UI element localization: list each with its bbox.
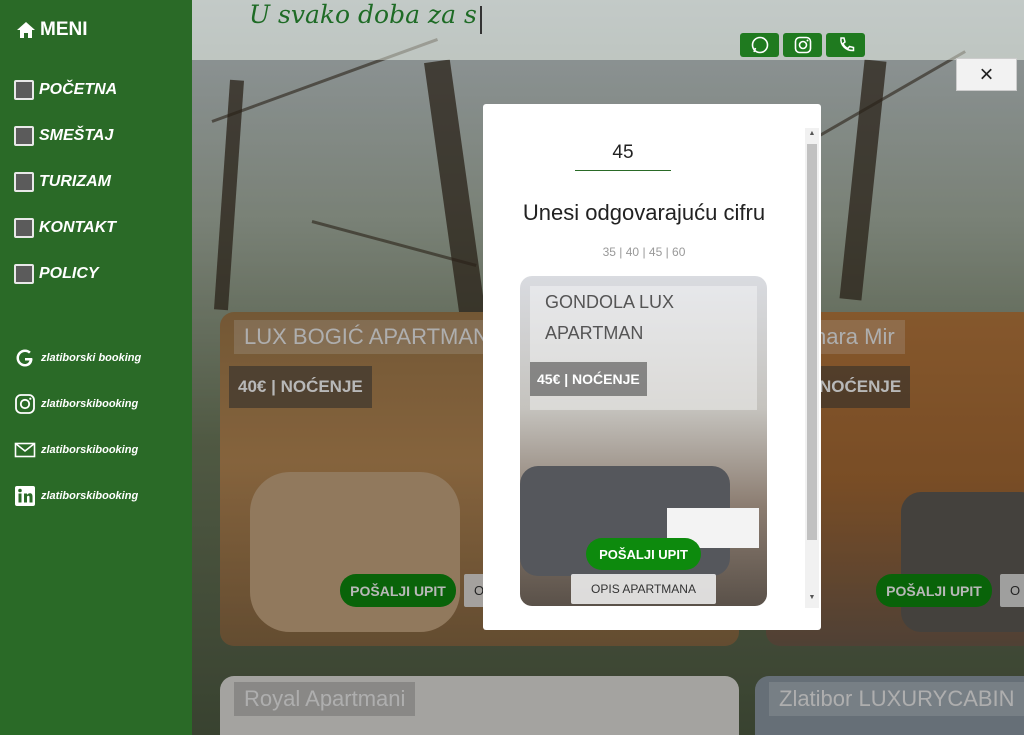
mail-icon bbox=[14, 439, 36, 461]
nav-item-turizam[interactable]: TURIZAM bbox=[14, 172, 111, 192]
description-button[interactable]: OPIS APARTMANA bbox=[571, 574, 716, 604]
close-modal-button[interactable]: × bbox=[956, 58, 1017, 91]
nav-item-smestaj[interactable]: SMEŠTAJ bbox=[14, 126, 113, 146]
social-label: zlatiborskibooking bbox=[41, 398, 139, 410]
menu-header[interactable]: MENI bbox=[16, 19, 88, 41]
nav-item-pocetna[interactable]: POČETNA bbox=[14, 80, 117, 100]
gondola-card[interactable]: GONDOLA LUX APARTMAN 45€ | NOĆENJE POŠAL… bbox=[520, 276, 767, 606]
info-person-icon bbox=[14, 172, 34, 192]
social-instagram[interactable]: zlatiborskibooking bbox=[14, 393, 138, 415]
social-linkedin[interactable]: zlatiborskibooking bbox=[14, 485, 138, 507]
google-icon bbox=[14, 347, 36, 369]
policy-icon bbox=[14, 264, 34, 284]
slogan-text: U svako doba za s bbox=[249, 0, 477, 29]
instagram-icon bbox=[14, 393, 36, 415]
building-icon bbox=[14, 80, 34, 100]
contact-icon bbox=[14, 218, 34, 238]
scroll-thumb[interactable] bbox=[807, 144, 817, 540]
captcha-title: Unesi odgovarajuću cifru bbox=[522, 200, 766, 225]
scroll-down-icon[interactable]: ▼ bbox=[805, 594, 819, 601]
scroll-up-icon[interactable]: ▲ bbox=[805, 130, 819, 137]
nav-item-policy[interactable]: POLICY bbox=[14, 264, 99, 284]
nav-label: KONTAKT bbox=[39, 219, 117, 236]
whatsapp-icon bbox=[751, 36, 768, 54]
nav-label: SMEŠTAJ bbox=[39, 127, 114, 144]
bed-icon bbox=[14, 126, 34, 146]
card-title: GONDOLA LUX APARTMAN bbox=[545, 292, 675, 343]
nav-label: POČETNA bbox=[39, 81, 118, 98]
card-price: 45€ | NOĆENJE bbox=[530, 362, 647, 396]
social-label: zlatiborski booking bbox=[41, 352, 142, 364]
top-header: U svako doba za s bbox=[192, 0, 1024, 60]
home-icon bbox=[17, 22, 35, 38]
menu-label: MENI bbox=[40, 19, 88, 40]
sidebar: MENI POČETNA SMEŠTAJ TURIZAM KONTAKT POL… bbox=[0, 0, 192, 735]
social-label: zlatiborskibooking bbox=[41, 490, 139, 502]
modal-scrollbar[interactable]: ▲ ▼ bbox=[805, 128, 819, 608]
phone-icon bbox=[839, 37, 854, 52]
captcha-options: 35 | 40 | 45 | 60 bbox=[602, 245, 686, 259]
nav-label: POLICY bbox=[39, 265, 99, 282]
instagram-icon bbox=[794, 36, 811, 54]
send-inquiry-button[interactable]: POŠALJI UPIT bbox=[586, 538, 701, 570]
text-cursor bbox=[480, 6, 482, 34]
inquiry-modal: Unesi odgovarajuću cifru 35 | 40 | 45 | … bbox=[483, 104, 821, 630]
captcha-input[interactable] bbox=[575, 135, 671, 171]
nav-label: TURIZAM bbox=[39, 173, 111, 190]
phone-button[interactable] bbox=[826, 33, 865, 57]
nav-item-kontakt[interactable]: KONTAKT bbox=[14, 218, 116, 238]
social-label: zlatiborskibooking bbox=[41, 444, 139, 456]
social-mail[interactable]: zlatiborskibooking bbox=[14, 439, 138, 461]
whatsapp-button[interactable] bbox=[740, 33, 779, 57]
social-google[interactable]: zlatiborski booking bbox=[14, 347, 141, 369]
linkedin-icon bbox=[14, 485, 36, 507]
instagram-header-button[interactable] bbox=[783, 33, 822, 57]
